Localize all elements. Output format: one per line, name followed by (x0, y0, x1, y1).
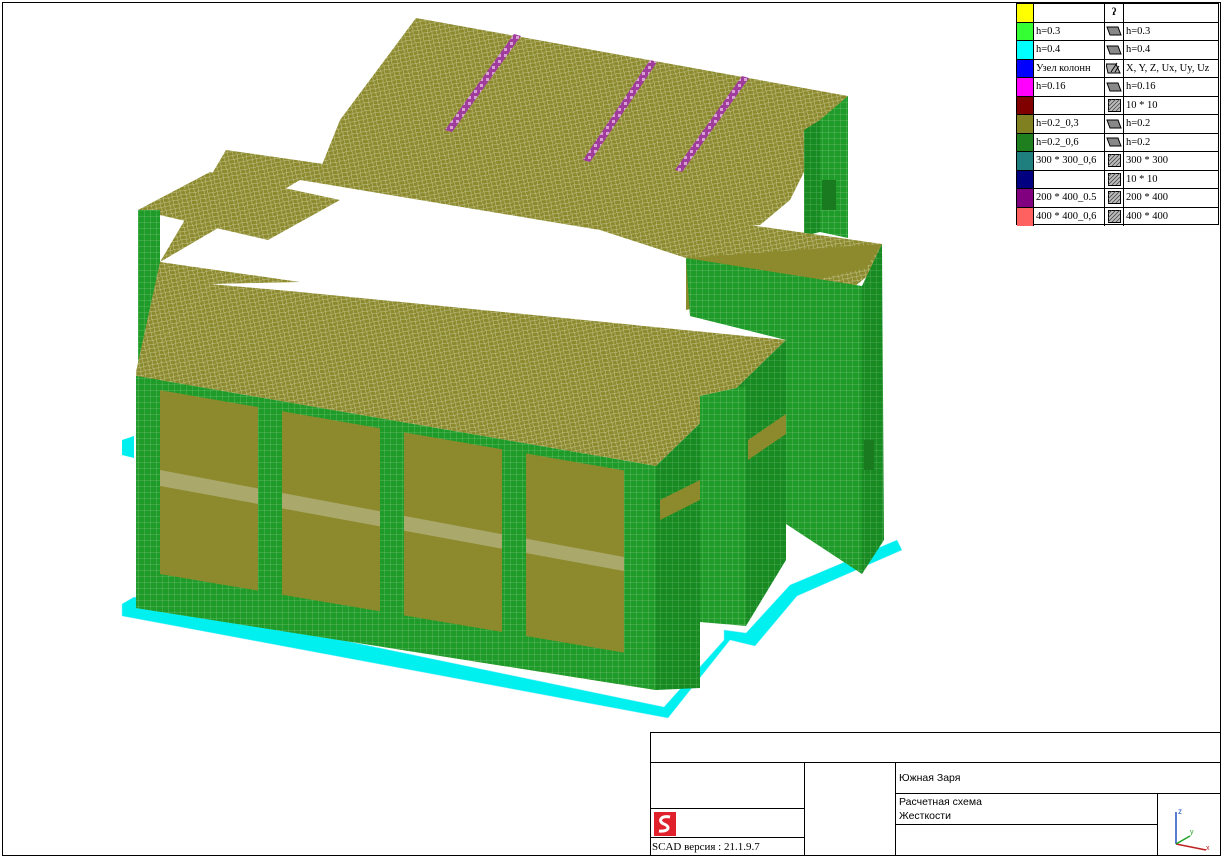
stiffness-legend: ʔ h=0.3 h=0.3 h=0.4 h=0.4 Узел колонн X, Y, Z,… (1016, 3, 1219, 226)
legend-swatch (1017, 133, 1034, 151)
legend-value: h=0.4 (1126, 44, 1151, 55)
legend-swatch (1017, 207, 1034, 226)
legend-label (1034, 4, 1105, 22)
legend-swatch (1017, 115, 1034, 133)
legend-value: 10 * 10 (1126, 99, 1158, 111)
legend-value: h=0.16 (1126, 81, 1156, 92)
legend-row: 10 * 10 (1017, 96, 1218, 115)
legend-label (1034, 96, 1105, 114)
legend-row: h=0.2_0,3 h=0.2 (1017, 115, 1218, 134)
legend-label: 200 * 400_0.5 (1034, 189, 1105, 207)
svg-text:y: y (1190, 829, 1194, 836)
plate-icon (1105, 78, 1124, 96)
constraint-icon (1105, 59, 1124, 77)
title-block-cell-sub2 (895, 824, 1158, 856)
legend-swatch (1017, 96, 1034, 114)
legend-value: h=0.2 (1126, 118, 1151, 129)
legend-swatch (1017, 189, 1034, 207)
legend-label: Узел колонн (1034, 59, 1105, 77)
legend-value: 10 * 10 (1126, 173, 1158, 185)
svg-text:z: z (1178, 807, 1182, 816)
legend-value: h=0.3 (1126, 25, 1151, 37)
legend-value: h=0.2 (1126, 136, 1151, 148)
scad-version: SCAD версия : 21.1.9.7 (652, 841, 760, 853)
legend-label: h=0.3 (1034, 22, 1105, 40)
legend-swatch (1017, 59, 1034, 77)
legend-row: ʔ (1017, 4, 1218, 23)
hatch-icon (1105, 96, 1124, 114)
plate-icon (1105, 133, 1124, 151)
legend-value (1124, 4, 1218, 22)
legend-value: 400 * 400 (1126, 210, 1168, 222)
legend-label: 300 * 300_0,6 (1034, 152, 1105, 170)
plate-icon (1105, 115, 1124, 133)
legend-row: 300 * 300_0,6 300 * 300 (1017, 152, 1218, 171)
plate-icon (1105, 22, 1124, 40)
axes-triad-icon: z y x (1175, 807, 1210, 852)
svg-text:x: x (1206, 845, 1210, 852)
legend-label: h=0.2_0,6 (1034, 133, 1105, 151)
legend-row: 400 * 400_0,6 400 * 400 (1017, 207, 1218, 226)
legend-value: X, Y, Z, Ux, Uy, Uz (1126, 62, 1210, 74)
legend-row: Узел колонн X, Y, Z, Ux, Uy, Uz (1017, 59, 1218, 78)
title-block-cell-mid (804, 762, 896, 856)
legend-swatch (1017, 152, 1034, 170)
scheme-title: Расчетная схема (899, 796, 982, 808)
legend-header-glyph: ʔ (1105, 4, 1124, 22)
legend-swatch (1017, 78, 1034, 96)
legend-swatch (1017, 170, 1034, 188)
legend-row: h=0.3 h=0.3 (1017, 22, 1218, 41)
hatch-icon (1105, 152, 1124, 170)
legend-label (1034, 170, 1105, 188)
legend-row: h=0.4 h=0.4 (1017, 41, 1218, 60)
legend-label: h=0.2_0,3 (1034, 115, 1105, 133)
plate-icon (1105, 41, 1124, 59)
legend-label: h=0.4 (1034, 41, 1105, 59)
legend-swatch (1017, 4, 1034, 22)
legend-swatch (1017, 41, 1034, 59)
legend-row: 200 * 400_0.5 200 * 400 (1017, 189, 1218, 208)
scheme-subtitle: Жесткости (899, 810, 951, 822)
legend-value: 200 * 400 (1126, 192, 1168, 203)
legend-row: 10 * 10 (1017, 170, 1218, 189)
legend-label: h=0.16 (1034, 78, 1105, 96)
legend-value: 300 * 300 (1126, 155, 1168, 166)
legend-swatch (1017, 22, 1034, 40)
scad-logo-icon (654, 812, 676, 836)
project-name: Южная Заря (899, 772, 961, 784)
legend-row: h=0.16 h=0.16 (1017, 78, 1218, 97)
upper-roof-slab (320, 18, 848, 230)
legend-row: h=0.2_0,6 h=0.2 (1017, 133, 1218, 152)
legend-label: 400 * 400_0,6 (1034, 207, 1105, 226)
hatch-icon (1105, 170, 1124, 188)
hatch-icon (1105, 189, 1124, 207)
hatch-icon (1105, 207, 1124, 226)
